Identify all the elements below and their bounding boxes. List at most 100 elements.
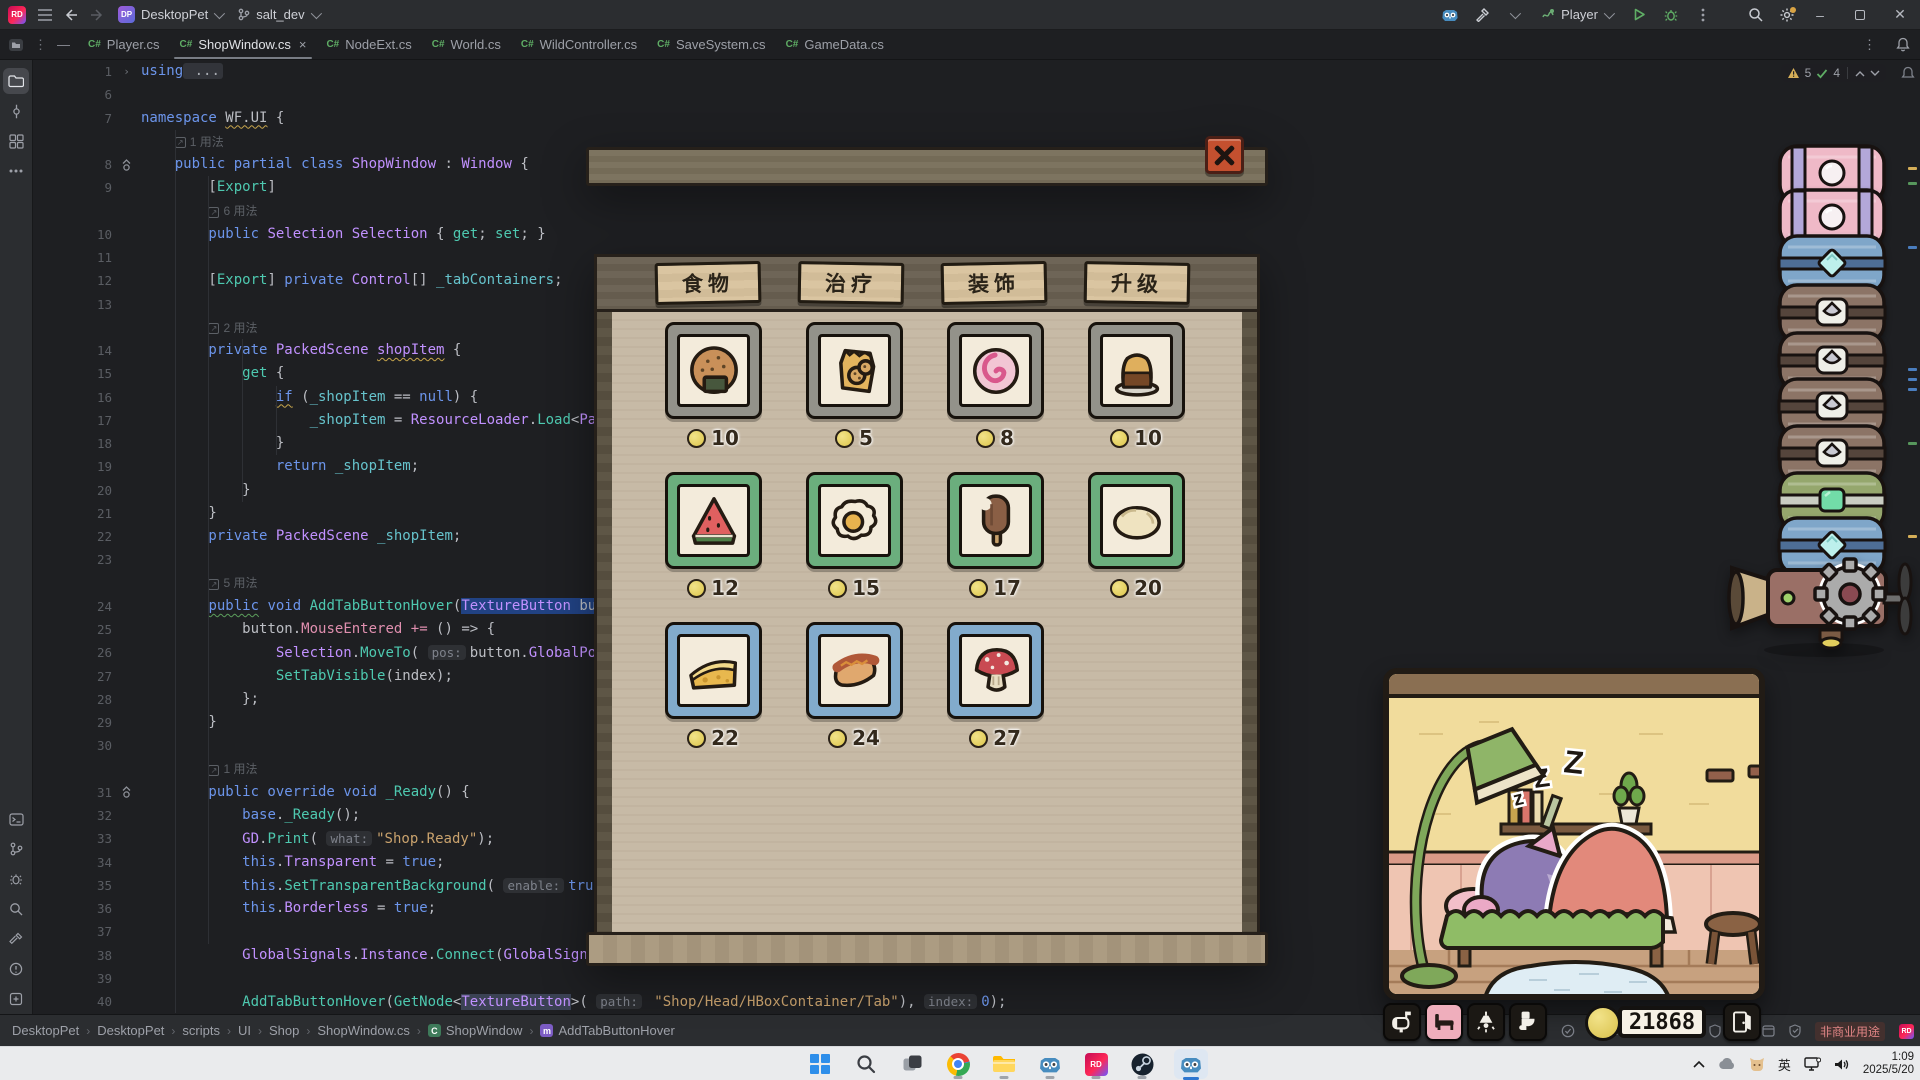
main-menu-icon[interactable]: [32, 4, 58, 26]
volume-icon[interactable]: [1834, 1058, 1850, 1071]
shop-close-button[interactable]: [1205, 136, 1244, 174]
taskbar-app-taskview[interactable]: [898, 1050, 926, 1078]
vcs-tool-icon[interactable]: [3, 836, 29, 862]
back-icon[interactable]: [58, 4, 84, 26]
commit-tool-icon[interactable]: [3, 98, 29, 124]
taskbar-app-start[interactable]: [806, 1050, 834, 1078]
notifications-bell-icon[interactable]: [1886, 30, 1920, 59]
shop-item-popsicle[interactable]: [947, 472, 1044, 569]
run-configuration-selector[interactable]: Player: [1533, 5, 1620, 24]
usages-hint[interactable]: ↗2 用法: [208, 317, 257, 340]
exit-door-button[interactable]: [1723, 1003, 1761, 1041]
project-selector[interactable]: DP DesktopPet: [110, 4, 230, 25]
error-stripe-mark[interactable]: [1908, 368, 1917, 371]
problems-tool-icon[interactable]: [3, 956, 29, 982]
build-hammer-icon[interactable]: [1469, 4, 1495, 26]
shop-item-watermelon[interactable]: [665, 472, 762, 569]
shop-item-hotdog[interactable]: [806, 622, 903, 719]
override-marker-icon[interactable]: [112, 153, 141, 176]
shop-item-snack-bag[interactable]: [806, 322, 903, 419]
error-stripe-mark[interactable]: [1908, 378, 1917, 381]
error-stripe-mark[interactable]: [1908, 442, 1917, 445]
code-line[interactable]: 6: [33, 83, 1920, 106]
pet-room-window[interactable]: z Z Z: [1383, 668, 1765, 1000]
project-tool-icon[interactable]: [3, 68, 29, 94]
breadcrumb-item[interactable]: DesktopPet: [12, 1023, 79, 1038]
code-line[interactable]: 7namespace WF.UI {: [33, 107, 1920, 130]
editor-tab-nodeext-cs[interactable]: C#NodeExt.cs: [316, 30, 421, 59]
fold-marker-icon[interactable]: ›: [112, 60, 141, 83]
more-actions-icon[interactable]: [1690, 4, 1716, 26]
build-options-chevron-icon[interactable]: [1501, 4, 1527, 26]
search-everywhere-icon[interactable]: [1742, 4, 1768, 26]
taskbar-app-search[interactable]: [852, 1050, 880, 1078]
taskbar-app-godot[interactable]: [1036, 1050, 1064, 1078]
settings-gear-icon[interactable]: [1774, 4, 1800, 26]
tab-options-kebab-icon[interactable]: ⋮: [1853, 30, 1886, 59]
breadcrumb-item[interactable]: DesktopPet: [97, 1023, 164, 1038]
usages-hint[interactable]: ↗1 用法: [208, 758, 257, 781]
next-problem-icon[interactable]: [1870, 70, 1880, 77]
shop-item-mushroom[interactable]: [947, 622, 1044, 719]
usages-hint[interactable]: ↗1 用法: [175, 131, 224, 154]
hide-tool-window-icon[interactable]: —: [49, 30, 78, 59]
editor-tab-gamedata-cs[interactable]: C#GameData.cs: [776, 30, 894, 59]
project-tool-window-button[interactable]: [0, 30, 32, 59]
shop-item-naruto[interactable]: [947, 322, 1044, 419]
breadcrumb-item[interactable]: mAddTabButtonHover: [540, 1023, 674, 1038]
shop-tab-2[interactable]: 治疗: [798, 261, 905, 305]
shop-item-egg[interactable]: [806, 472, 903, 569]
taskbar-app-steam[interactable]: [1128, 1050, 1156, 1078]
notification-bell-icon[interactable]: [1901, 66, 1915, 86]
taskbar-app-explorer[interactable]: [990, 1050, 1018, 1078]
tray-clock[interactable]: 1:09 2025/5/20: [1863, 1051, 1914, 1077]
build-tool-icon[interactable]: [3, 926, 29, 952]
error-stripe-mark[interactable]: [1908, 182, 1917, 185]
shop-item-onigiri[interactable]: [665, 322, 762, 419]
editor-tab-player-cs[interactable]: C#Player.cs: [78, 30, 170, 59]
shop-item-pudding[interactable]: [1088, 322, 1185, 419]
terminal-tool-icon[interactable]: [3, 806, 29, 832]
taskbar-app-rider[interactable]: RD: [1082, 1050, 1110, 1078]
shop-tab-4[interactable]: 升级: [1084, 261, 1191, 305]
shop-tab-3[interactable]: 装饰: [941, 261, 1048, 305]
debug-tool-icon[interactable]: [3, 866, 29, 892]
security-shield-icon[interactable]: [1789, 1024, 1801, 1038]
taskbar-app-godot-active[interactable]: [1174, 1049, 1208, 1079]
code-line[interactable]: 1›using ...: [33, 60, 1920, 83]
editor-tab-wildcontroller-cs[interactable]: C#WildController.cs: [511, 30, 647, 59]
mailbox-button[interactable]: [1383, 1003, 1421, 1041]
godot-engine-icon[interactable]: [1437, 4, 1463, 26]
bed-button[interactable]: [1425, 1003, 1463, 1041]
analysis-ok-icon[interactable]: [1561, 1024, 1575, 1038]
error-stripe-mark[interactable]: [1908, 167, 1917, 170]
tool-window-icon[interactable]: [1762, 1025, 1775, 1037]
taskbar-app-chrome[interactable]: [944, 1050, 972, 1078]
window-minimize-button[interactable]: –: [1800, 0, 1840, 30]
breadcrumb-item[interactable]: CShopWindow: [428, 1023, 523, 1038]
run-button[interactable]: [1626, 4, 1652, 26]
shop-item-cheese[interactable]: [665, 622, 762, 719]
window-close-button[interactable]: ✕: [1880, 0, 1920, 30]
error-stripe-mark[interactable]: [1908, 388, 1917, 391]
breadcrumb-item[interactable]: Shop: [269, 1023, 299, 1038]
lamp-button[interactable]: [1467, 1003, 1505, 1041]
branch-selector[interactable]: salt_dev: [230, 5, 326, 24]
network-icon[interactable]: [1804, 1057, 1821, 1071]
prev-problem-icon[interactable]: [1855, 70, 1865, 77]
breadcrumb-item[interactable]: ShopWindow.cs: [317, 1023, 410, 1038]
override-marker-icon[interactable]: [112, 781, 141, 804]
editor-tab-savesystem-cs[interactable]: C#SaveSystem.cs: [647, 30, 775, 59]
pet-machine-sprite[interactable]: [1724, 538, 1920, 658]
shop-item-bread[interactable]: [1088, 472, 1185, 569]
ime-indicator[interactable]: 英: [1778, 1055, 1791, 1074]
shop-tab-1[interactable]: 食物: [655, 261, 762, 305]
usages-hint[interactable]: ↗5 用法: [208, 572, 257, 595]
tab-close-icon[interactable]: ×: [299, 37, 307, 52]
forward-icon[interactable]: [84, 4, 110, 26]
weather-cloud-icon[interactable]: [1718, 1058, 1736, 1070]
editor-tab-shopwindow-cs[interactable]: C#ShopWindow.cs×: [170, 30, 317, 59]
breadcrumb-item[interactable]: scripts: [182, 1023, 220, 1038]
services-tool-icon[interactable]: [3, 986, 29, 1012]
tool-window-kebab-icon[interactable]: ⋮: [32, 30, 49, 59]
